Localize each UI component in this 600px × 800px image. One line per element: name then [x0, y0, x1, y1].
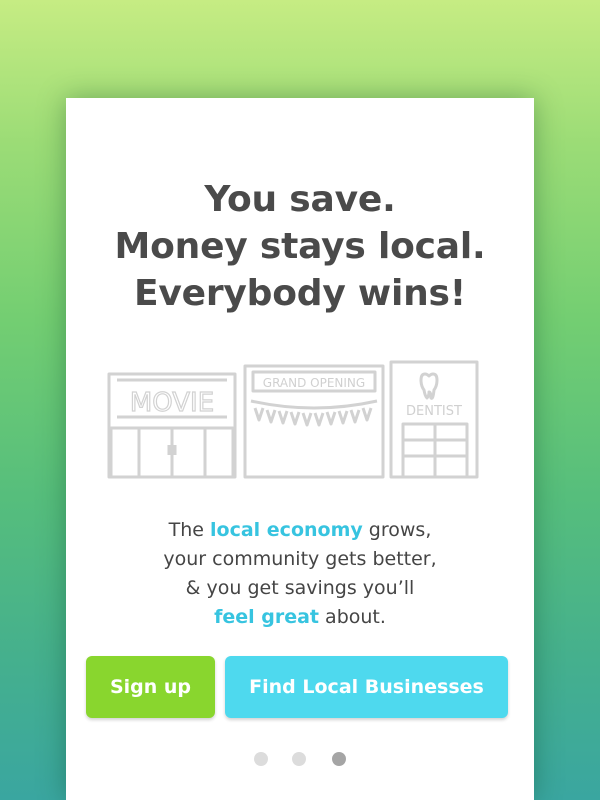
storefronts-illustration: MOVIE GRAND OPENING DENTIST: [107, 360, 479, 479]
headline: You save. Money stays local. Everybody w…: [66, 176, 534, 317]
highlight-feel-great: feel great: [214, 606, 320, 628]
movie-sign-text: MOVIE: [130, 388, 214, 418]
description-line-3: & you get savings you’ll: [185, 577, 415, 599]
description-text: about.: [319, 606, 386, 628]
description-line-1: The local economy grows,: [66, 516, 534, 545]
find-local-businesses-button[interactable]: Find Local Businesses: [225, 656, 508, 718]
sign-up-button[interactable]: Sign up: [86, 656, 215, 718]
page-dot-1[interactable]: [254, 752, 268, 766]
page-dot-3-active[interactable]: [332, 752, 346, 766]
tooth-icon: [419, 372, 439, 400]
highlight-local-economy: local economy: [210, 519, 363, 541]
description: The local economy grows, your community …: [66, 516, 534, 632]
headline-line-3: Everybody wins!: [133, 273, 467, 314]
description-line-4: feel great about.: [66, 603, 534, 632]
grand-opening-banner-text: GRAND OPENING: [263, 376, 365, 390]
description-text: The: [168, 519, 211, 541]
onboarding-card: You save. Money stays local. Everybody w…: [66, 98, 534, 800]
headline-line-2: Money stays local.: [114, 226, 486, 267]
description-text: grows,: [362, 519, 432, 541]
description-line-2: your community gets better,: [163, 548, 437, 570]
headline-line-1: You save.: [204, 179, 396, 220]
dentist-storefront: [389, 360, 479, 479]
page-indicator: [252, 752, 348, 768]
dentist-sign-text: DENTIST: [406, 404, 462, 419]
page-dot-2[interactable]: [292, 752, 306, 766]
